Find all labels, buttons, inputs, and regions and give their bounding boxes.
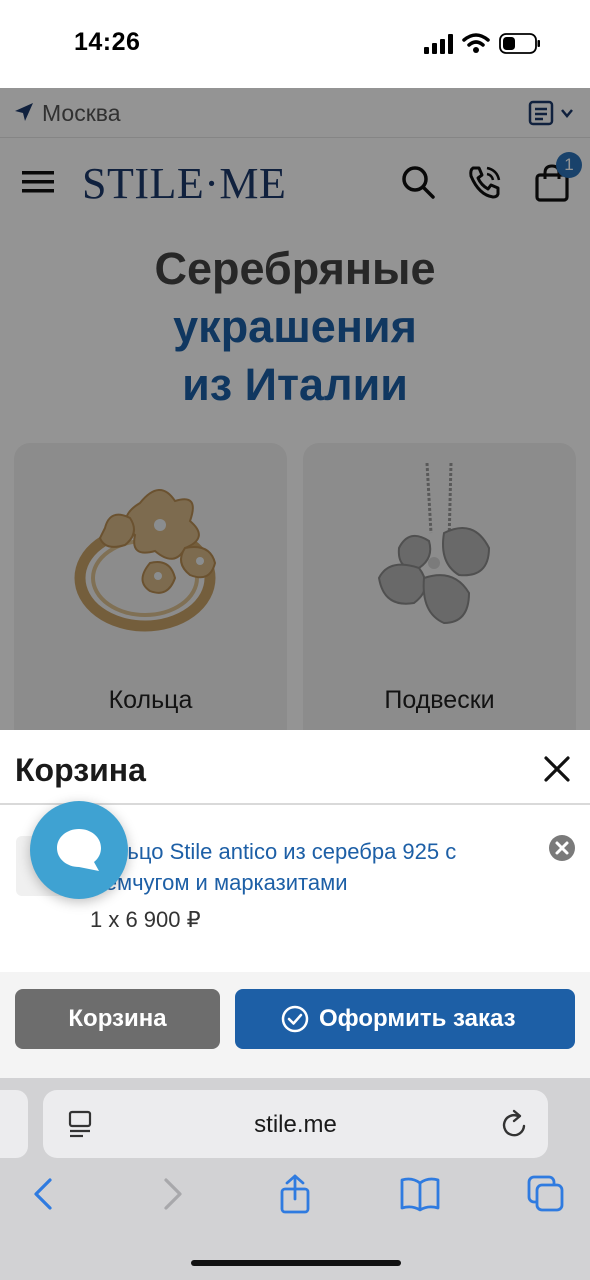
home-indicator[interactable] <box>191 1260 401 1266</box>
status-time: 14:26 <box>74 28 141 56</box>
forward-icon[interactable] <box>152 1174 192 1214</box>
url-text[interactable]: stile.me <box>43 1111 548 1139</box>
browser-toolbar: stile.me <box>0 1078 590 1280</box>
chat-button[interactable] <box>30 801 128 899</box>
share-icon[interactable] <box>275 1174 315 1214</box>
previous-tab-preview[interactable] <box>0 1090 28 1158</box>
checkout-button-label: Оформить заказ <box>319 1005 516 1032</box>
checkout-button[interactable]: Оформить заказ <box>235 989 575 1049</box>
cart-button[interactable]: Корзина <box>15 989 220 1049</box>
bookmarks-icon[interactable] <box>400 1174 440 1214</box>
back-icon[interactable] <box>24 1174 64 1214</box>
cart-item-name[interactable]: Кольцо Stile antico из серебра 925 с жем… <box>90 836 530 898</box>
tabs-icon[interactable] <box>526 1174 566 1214</box>
cart-title: Корзина <box>15 752 146 788</box>
chat-bubble-icon <box>57 829 101 871</box>
address-bar[interactable]: stile.me <box>43 1090 548 1158</box>
status-bar: 14:26 <box>0 0 590 88</box>
cart-actions: Корзина Оформить заказ <box>0 972 590 1078</box>
reload-icon[interactable] <box>501 1109 529 1139</box>
cart-item-qty-price: 1 х 6 900 ₽ <box>90 907 201 932</box>
close-icon[interactable] <box>542 754 572 784</box>
wifi-icon <box>462 33 490 53</box>
cellular-signal-icon <box>424 34 453 54</box>
battery-icon <box>499 33 540 54</box>
cart-sheet: Корзина Кольцо Stile antico из серебра 9… <box>0 730 590 1078</box>
modal-backdrop[interactable] <box>0 88 590 730</box>
remove-item-icon[interactable] <box>548 834 576 862</box>
check-circle-icon <box>281 1005 309 1033</box>
